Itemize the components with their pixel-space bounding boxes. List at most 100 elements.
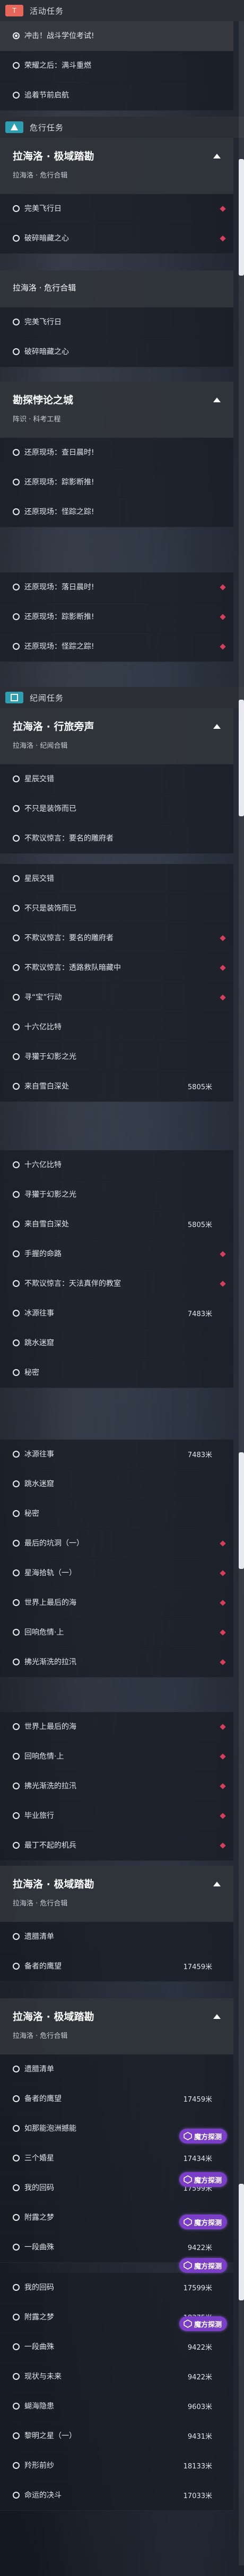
- quest-row[interactable]: 现状与未来 9422米: [0, 2362, 233, 2392]
- tracked-pin-icon: [220, 1251, 226, 1257]
- status-ring-icon: [13, 2095, 20, 2102]
- quest-row[interactable]: 星辰交错: [0, 864, 233, 894]
- scrollbar-thumb[interactable]: [239, 2184, 244, 2300]
- quest-row[interactable]: 星辰交错: [0, 764, 233, 795]
- status-ring-icon: [13, 1723, 20, 1730]
- quest-row[interactable]: 毕业旅行: [0, 1801, 233, 1831]
- quest-row[interactable]: 羚形前纱 18133米: [0, 2451, 233, 2481]
- quest-group-card[interactable]: 拉海洛 · 极域踏勘 拉海洛 · 危行合辑: [0, 138, 233, 194]
- quest-row[interactable]: 最丁不起的机兵: [0, 1831, 233, 1861]
- status-ring-icon: [13, 1629, 20, 1636]
- quest-row[interactable]: 跳水迷窟: [0, 1328, 233, 1358]
- quest-row[interactable]: 世界上最后的海: [0, 1712, 233, 1742]
- quest-row[interactable]: 跳水迷窟: [0, 1469, 233, 1499]
- quest-row[interactable]: 备者的鹰望 17459米: [0, 2084, 233, 2114]
- quest-row[interactable]: 破碎暗藏之心: [0, 224, 233, 254]
- quest-row[interactable]: 黎明之星（一） 9431米: [0, 2421, 233, 2451]
- quest-row[interactable]: 秘密: [0, 1358, 233, 1388]
- quest-row[interactable]: 破碎暗藏之心: [0, 337, 233, 367]
- quest-row[interactable]: 还原现场：查日晨时!: [0, 438, 233, 468]
- quest-row[interactable]: 不欺议惊言：要名的雕府者: [0, 923, 233, 954]
- quest-row[interactable]: 命运的决斗 17033米: [0, 2481, 233, 2511]
- chevron-up-icon[interactable]: [213, 1882, 221, 1886]
- quest-row[interactable]: 回响危情·上: [0, 1618, 233, 1648]
- status-ring-icon: [13, 2244, 20, 2251]
- quest-row[interactable]: 不欺议惊言：要名的雕府者: [0, 824, 233, 854]
- quest-row[interactable]: 荣耀之后：满斗重燃: [0, 51, 233, 81]
- quest-row[interactable]: 冰源往事 7483米: [0, 1299, 233, 1329]
- cube-detect-badge[interactable]: 魔方探测: [0, 2123, 233, 2150]
- quest-row[interactable]: 来自雪白深处 5805米: [0, 1072, 233, 1102]
- quest-row[interactable]: 星海拾轨（一）: [0, 1558, 233, 1589]
- quest-row[interactable]: 世界上最后的海: [0, 1588, 233, 1618]
- cube-icon: [181, 2130, 194, 2142]
- quest-row[interactable]: 回响危情·上: [0, 1742, 233, 1772]
- quest-row[interactable]: 蝴海隐患 9603米: [0, 2392, 233, 2422]
- quest-row[interactable]: 冰源往事 7483米: [0, 1440, 233, 1470]
- status-ring-icon: [13, 934, 20, 941]
- record-tag-icon: [11, 694, 18, 701]
- status-ring-icon: [13, 449, 20, 456]
- quest-row[interactable]: 冲击！战斗学位考试!: [0, 21, 233, 51]
- status-ring-icon: [13, 92, 20, 99]
- chevron-up-icon[interactable]: [213, 398, 221, 402]
- status-ring-icon: [13, 1812, 20, 1819]
- chevron-up-icon[interactable]: [213, 154, 221, 158]
- status-ring-icon: [13, 2432, 20, 2439]
- status-ring-icon: [13, 1024, 20, 1030]
- scrollbar-thumb[interactable]: [239, 159, 244, 276]
- cube-detect-badge[interactable]: 魔方探测: [0, 2167, 233, 2193]
- section-title-activity: 活动任务: [30, 6, 64, 16]
- quest-row[interactable]: 还原现场：怪踪之踪!: [0, 497, 233, 527]
- tracked-pin-icon: [220, 1813, 226, 1819]
- quest-row[interactable]: 不只是装饰而已: [0, 794, 233, 824]
- status-ring-icon: [13, 62, 20, 69]
- cube-detect-badge[interactable]: 魔方探测: [0, 2311, 233, 2337]
- quest-row[interactable]: 完美飞行日: [0, 194, 233, 224]
- quest-row[interactable]: 寻“宝”行动: [0, 983, 233, 1013]
- status-ring-icon: [13, 2066, 20, 2072]
- quest-row[interactable]: 遗腊清单: [0, 2054, 233, 2085]
- quest-group-card[interactable]: 拉海洛 · 极域踏勘 拉海洛 · 危行合辑: [0, 1866, 233, 1922]
- quest-row[interactable]: 还原现场：踪影断推!: [0, 602, 233, 632]
- chevron-up-icon[interactable]: [213, 724, 221, 729]
- status-ring-icon: [13, 1753, 20, 1760]
- chevron-up-icon[interactable]: [213, 2014, 221, 2019]
- quest-row[interactable]: 最后的坑洞（一）: [0, 1529, 233, 1559]
- status-ring-icon: [13, 1250, 20, 1257]
- quest-row[interactable]: 拂光渐洗的拉汛: [0, 1771, 233, 1802]
- quest-row[interactable]: 来自雪白深处 5805米: [0, 1210, 233, 1240]
- quest-group-card[interactable]: 拉海洛 · 危行合辑: [0, 270, 233, 307]
- status-ring-icon: [13, 2373, 20, 2380]
- quest-row[interactable]: 还原现场：落日晨时!: [0, 572, 233, 603]
- cube-detect-badge[interactable]: 魔方探测: [0, 2209, 233, 2236]
- quest-row[interactable]: 还原现场：怪踪之踪!: [0, 632, 233, 662]
- cube-detect-badge[interactable]: 魔方探测: [0, 2253, 233, 2279]
- quest-row[interactable]: 还原现场：踪影断推!: [0, 467, 233, 498]
- tracked-pin-icon: [220, 1659, 226, 1665]
- quest-group-card[interactable]: 拉海洛 · 行旅旁声 拉海洛 · 纪闻合辑: [0, 708, 233, 764]
- quest-row[interactable]: 拂光渐洗的拉汛: [0, 1647, 233, 1678]
- quest-row[interactable]: 手握的命路: [0, 1239, 233, 1269]
- quest-row[interactable]: 备者的鹰望 17459米: [0, 1952, 233, 1982]
- quest-row[interactable]: 寻獾于幻影之光: [0, 1180, 233, 1210]
- tracked-pin-icon: [220, 1783, 226, 1789]
- quest-row[interactable]: 不欺议惊言：天法真伴的教室: [0, 1269, 233, 1299]
- quest-row[interactable]: 追着节前启航: [0, 81, 233, 111]
- quest-row[interactable]: 十六亿比特: [0, 1150, 233, 1180]
- quest-row[interactable]: 完美飞行日: [0, 307, 233, 338]
- scrollbar-thumb[interactable]: [239, 700, 244, 816]
- tracked-pin-icon: [220, 1629, 226, 1636]
- scrollbar-thumb[interactable]: [239, 1452, 244, 1569]
- quest-row[interactable]: 不欺议惊言：透路救队暗藏中: [0, 953, 233, 983]
- quest-group-card[interactable]: 勘探悖论之城 阵识 · 科考工程: [0, 382, 233, 438]
- quest-group-card[interactable]: 拉海洛 · 极域踏勘 拉海洛 · 危行合辑: [0, 1998, 233, 2054]
- quest-row[interactable]: 寻獾于幻影之光: [0, 1042, 233, 1072]
- quest-row[interactable]: 秘密: [0, 1499, 233, 1529]
- quest-row[interactable]: 不只是装饰而已: [0, 894, 233, 924]
- status-ring-icon: [13, 1280, 20, 1287]
- quest-row[interactable]: 十六亿比特: [0, 1012, 233, 1043]
- quest-row[interactable]: 遗腊清单: [0, 1922, 233, 1952]
- status-ring-icon: [13, 584, 20, 590]
- status-ring-icon: [13, 805, 20, 812]
